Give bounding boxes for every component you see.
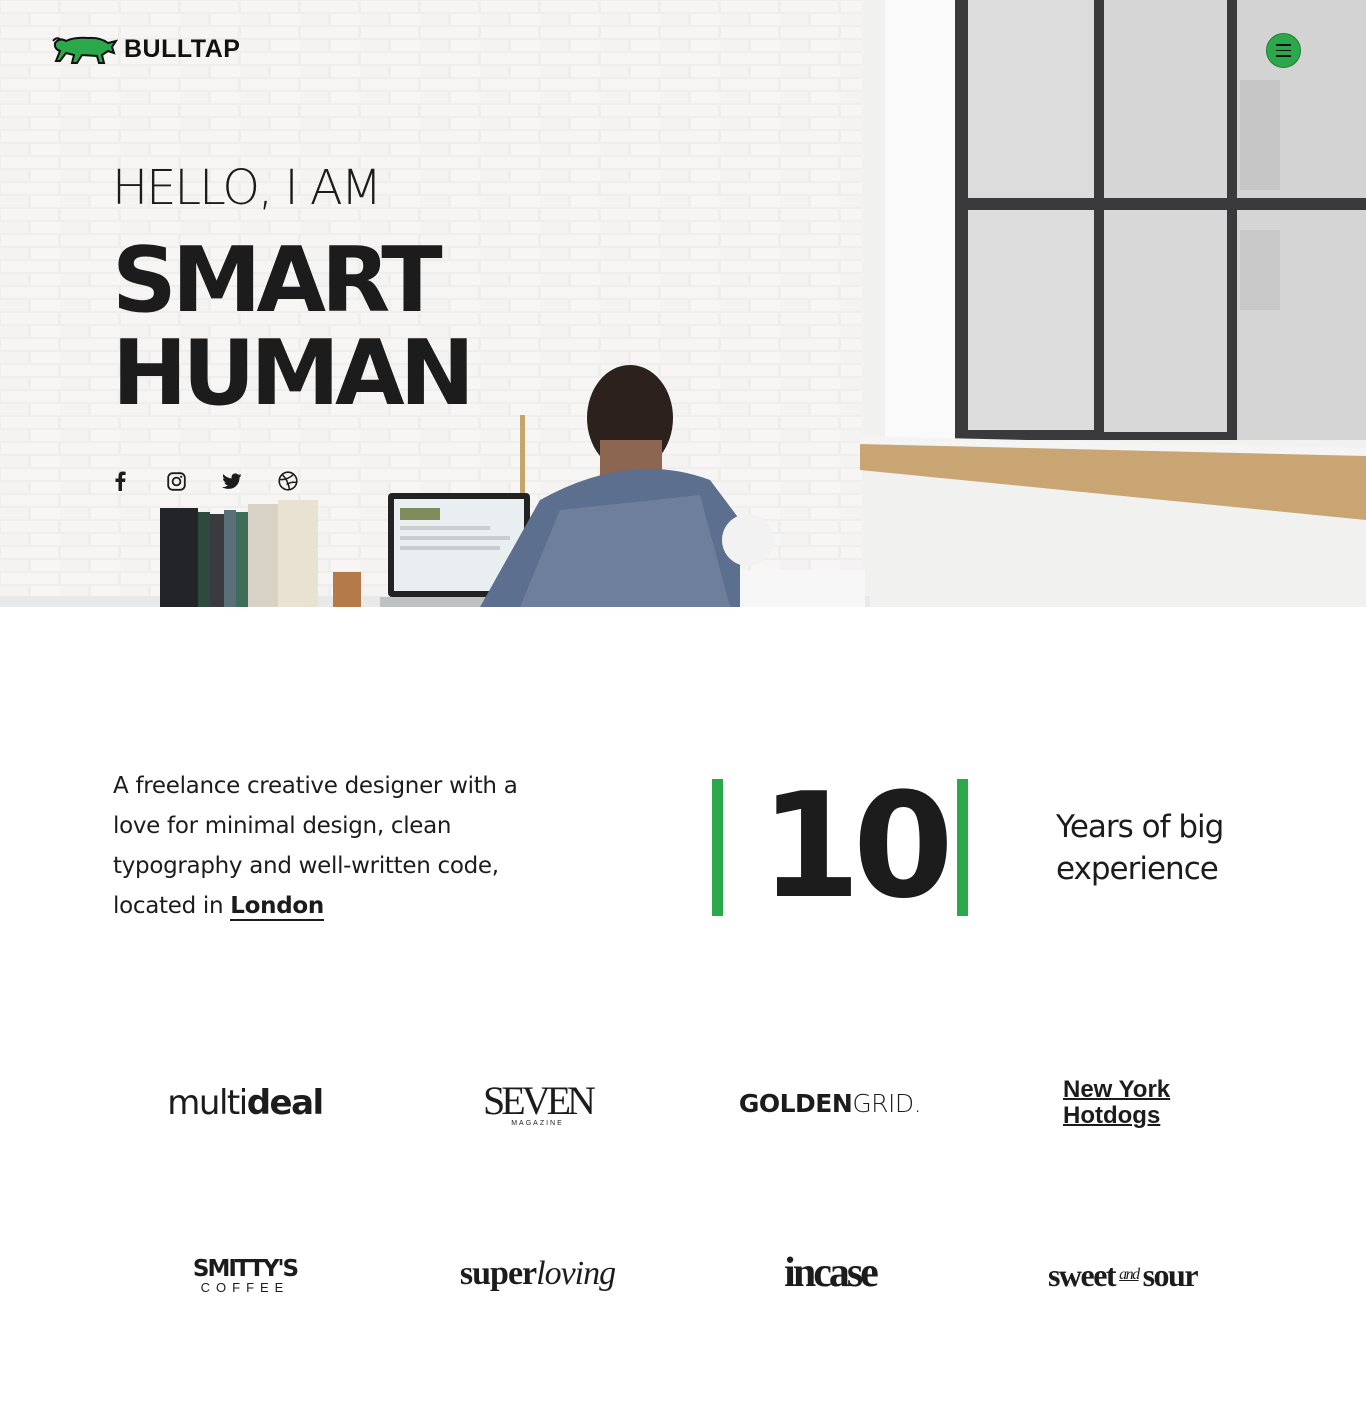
- seven-sub: MAGAZINE: [511, 1119, 564, 1127]
- location-link[interactable]: London: [230, 893, 324, 921]
- incase-name: incase: [784, 1250, 879, 1296]
- nyhotdogs-line2: Hotdogs: [1063, 1102, 1161, 1129]
- experience-number: 10: [760, 762, 954, 931]
- twitter-icon: [222, 472, 242, 489]
- hero-headline: SMART HUMAN: [112, 228, 475, 426]
- instagram-icon: [166, 471, 186, 491]
- social-links: [110, 470, 298, 492]
- client-logo-seven[interactable]: SEVEN MAGAZINE: [470, 1076, 605, 1132]
- client-logo-goldengrid[interactable]: GOLDEN GRID.: [730, 1084, 930, 1122]
- client-logo-sweetandsour[interactable]: sweet and sour: [1025, 1252, 1220, 1298]
- smittys-main: SMITTY'S: [192, 1256, 299, 1282]
- brand-logo[interactable]: BULLTAP: [52, 33, 240, 65]
- goldengrid-part2: GRID.: [852, 1088, 922, 1118]
- experience-bar-left: [712, 779, 723, 916]
- multideal-part1: multi: [167, 1083, 248, 1123]
- client-logo-superloving[interactable]: super loving: [440, 1250, 635, 1298]
- hero-headline-line2: HUMAN: [112, 321, 475, 426]
- twitter-link[interactable]: [222, 470, 242, 492]
- seven-main: SEVEN: [483, 1077, 596, 1123]
- client-logo-smittys[interactable]: SMITTY'S COFFEE: [185, 1252, 305, 1300]
- facebook-icon: [115, 471, 126, 491]
- client-logo-incase[interactable]: incase: [765, 1248, 895, 1298]
- goldengrid-part1: GOLDEN: [738, 1088, 853, 1118]
- brand-name: BULLTAP: [124, 34, 241, 63]
- superloving-part2: loving: [536, 1255, 616, 1292]
- menu-button[interactable]: [1266, 33, 1301, 68]
- superloving-part1: super: [459, 1255, 537, 1292]
- sweetandsour-part1: sweet: [1047, 1256, 1117, 1293]
- multideal-part2: deal: [246, 1083, 325, 1123]
- hero-section: BULLTAP HELLO, I AM SMART HUMAN: [0, 0, 1366, 607]
- instagram-link[interactable]: [166, 470, 186, 492]
- smittys-sub: COFFEE: [200, 1280, 290, 1295]
- hero-greeting: HELLO, I AM: [112, 160, 382, 216]
- experience-bar-right: [957, 779, 968, 916]
- hamburger-icon: [1276, 44, 1291, 46]
- client-logo-multideal[interactable]: multi deal: [150, 1080, 340, 1126]
- client-logo-nyhotdogs[interactable]: New York Hotdogs: [1063, 1073, 1183, 1133]
- facebook-link[interactable]: [110, 470, 130, 492]
- about-description: A freelance creative designer with a lov…: [113, 766, 543, 926]
- experience-label: Years of big experience: [1056, 809, 1224, 887]
- dribbble-link[interactable]: [278, 470, 298, 492]
- bull-logo-icon: [52, 36, 118, 64]
- nyhotdogs-line1: New York: [1063, 1076, 1171, 1103]
- dribbble-icon: [278, 471, 298, 491]
- sweetandsour-part2: and: [1119, 1266, 1140, 1283]
- sweetandsour-part3: sour: [1142, 1256, 1199, 1293]
- hero-headline-line1: SMART: [112, 228, 443, 333]
